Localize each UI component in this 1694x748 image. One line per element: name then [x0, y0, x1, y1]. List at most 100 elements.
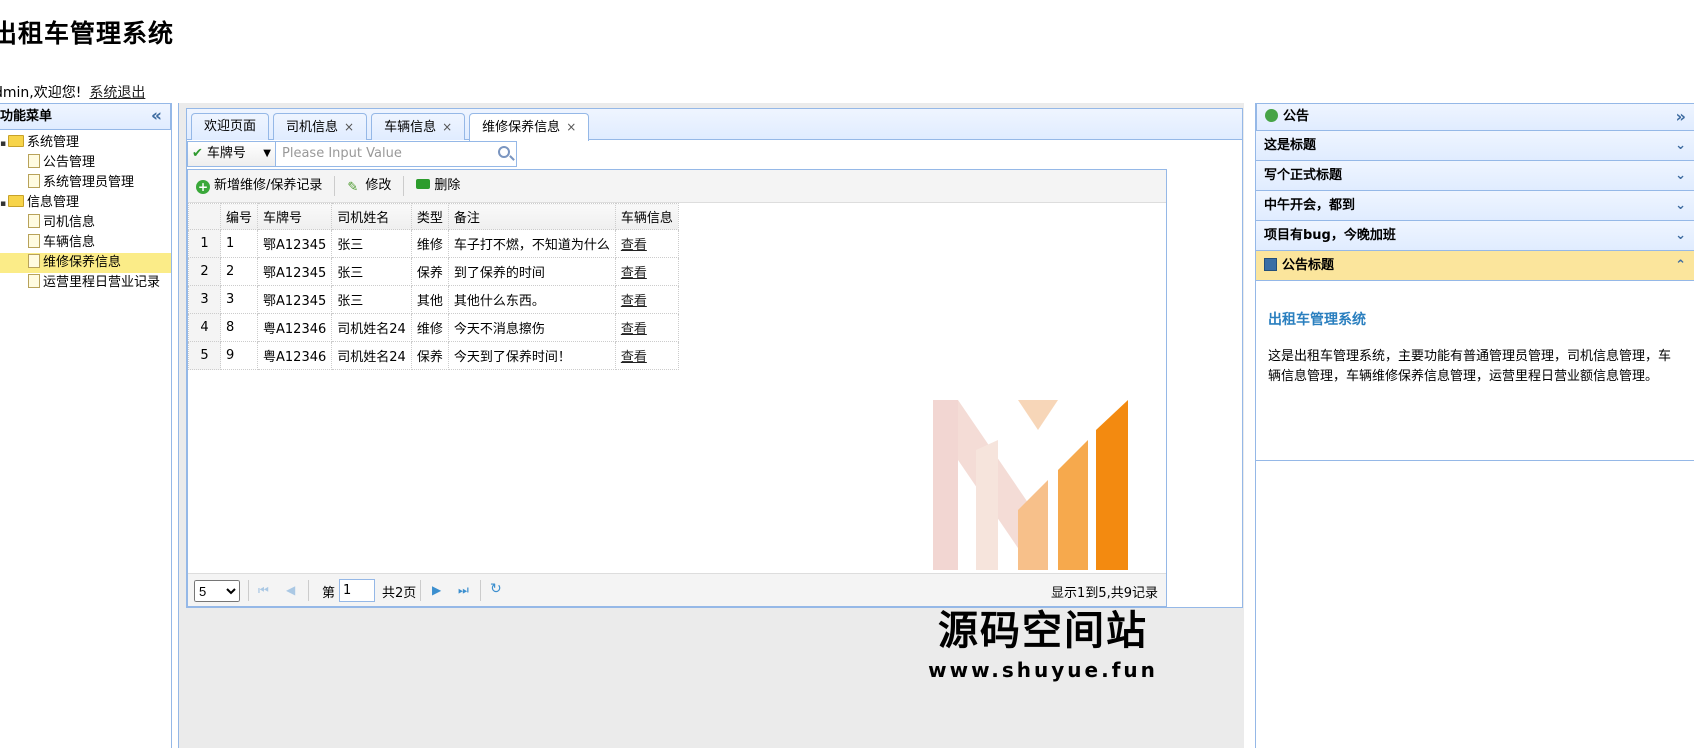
- tab-vehicle-info[interactable]: 车辆信息 ×: [371, 113, 466, 140]
- tab-maintenance-info[interactable]: 维修保养信息 ×: [469, 113, 590, 141]
- table-row[interactable]: 3 3 鄂A12345 张三 其他 其他什么东西。 查看: [188, 285, 679, 314]
- column-header[interactable]: 车牌号: [257, 203, 333, 230]
- total-pages: 共2页: [382, 586, 417, 601]
- add-icon: +: [196, 180, 210, 194]
- chevron-down-icon[interactable]: ⌄: [1675, 161, 1686, 190]
- search-field-select[interactable]: ✔ 车牌号 ▼: [188, 142, 276, 166]
- cell-vehicle: 查看: [614, 229, 679, 258]
- notice-panel: 公告 » 这是标题 ⌄ 写个正式标题 ⌄ 中午开会，都到 ⌄ 项目有bug，今晚加班 ⌄…: [1255, 103, 1694, 748]
- pencil-icon: ✎: [347, 180, 359, 195]
- column-header[interactable]: 类型: [410, 203, 449, 230]
- tree-group-system[interactable]: ▪ 系统管理: [0, 133, 171, 153]
- last-page-icon[interactable]: ⏭: [458, 583, 469, 598]
- toolbar-separator: [403, 175, 405, 196]
- notice-icon: [1265, 109, 1278, 122]
- collapse-right-icon[interactable]: »: [1676, 104, 1686, 130]
- view-link[interactable]: 查看: [621, 266, 647, 281]
- close-icon[interactable]: ×: [442, 120, 452, 134]
- chevron-down-icon[interactable]: ⌄: [1675, 131, 1686, 160]
- tab-driver-info[interactable]: 司机信息 ×: [273, 113, 368, 140]
- remove-icon: [416, 179, 431, 189]
- cell-type: 保养: [410, 341, 449, 370]
- cell-driver: 张三: [331, 229, 412, 258]
- row-number: 4: [188, 313, 221, 342]
- notice-item[interactable]: 写个正式标题 ⌄: [1256, 161, 1694, 191]
- notice-item[interactable]: 这是标题 ⌄: [1256, 131, 1694, 161]
- edit-button[interactable]: ✎ 修改: [345, 174, 393, 198]
- view-link[interactable]: 查看: [621, 238, 647, 253]
- expand-icon[interactable]: ▪: [0, 194, 8, 214]
- notice-item[interactable]: 项目有bug，今晚加班 ⌄: [1256, 221, 1694, 251]
- column-header[interactable]: 备注: [447, 203, 616, 230]
- tree-item-mileage-record[interactable]: 运营里程日营业记录: [0, 273, 171, 293]
- search-input[interactable]: Please Input Value: [278, 142, 488, 166]
- cell-vehicle: 查看: [614, 257, 679, 286]
- table-row[interactable]: 2 2 鄂A12345 张三 保养 到了保养的时间 查看: [188, 257, 679, 286]
- watermark-logo: [933, 400, 1128, 570]
- view-link[interactable]: 查看: [621, 322, 647, 337]
- notice-header: 公告 »: [1256, 103, 1694, 131]
- cell-remark: 到了保养的时间: [447, 257, 616, 286]
- search-icon[interactable]: [498, 146, 510, 158]
- next-page-icon[interactable]: ▶: [432, 583, 441, 597]
- view-link[interactable]: 查看: [621, 350, 647, 365]
- table-row[interactable]: 1 1 鄂A12345 张三 维修 车子打不燃，不知道为什么 查看: [188, 229, 679, 258]
- logout-link[interactable]: 系统退出: [89, 85, 145, 101]
- table-row[interactable]: 4 8 粤A12346 司机姓名24 维修 今天不消息擦伤 查看: [188, 313, 679, 342]
- tree-item-driver-info[interactable]: 司机信息: [0, 213, 171, 233]
- collapse-left-icon[interactable]: «: [151, 104, 162, 128]
- refresh-icon[interactable]: ↻: [490, 581, 502, 597]
- table-header-row: 编号 车牌号 司机姓名 类型 备注 车辆信息: [188, 203, 679, 230]
- tree-group-info[interactable]: ▪ 信息管理: [0, 193, 171, 213]
- tree-item-notice-mgmt[interactable]: 公告管理: [0, 153, 171, 173]
- pager-info: 显示1到5,共9记录: [1051, 586, 1158, 601]
- cell-driver: 司机姓名24: [331, 313, 412, 342]
- header: 出租车管理系统 dmin,欢迎您! 系统退出: [0, 0, 1694, 102]
- file-icon: [28, 274, 40, 288]
- pagination-bar: 5 ⏮ ◀ 第 1 共2页 ▶ ⏭ ↻ 显示1到5,共9记录: [188, 573, 1166, 606]
- watermark-text: 源码空间站: [938, 608, 1148, 654]
- page-number-input[interactable]: 1: [339, 579, 375, 602]
- delete-button[interactable]: 删除: [414, 174, 462, 198]
- view-link[interactable]: 查看: [621, 294, 647, 309]
- tree-item-vehicle-info[interactable]: 车辆信息: [0, 233, 171, 253]
- row-number: 3: [188, 285, 221, 314]
- chevron-down-icon[interactable]: ⌄: [1675, 191, 1686, 220]
- page-size-select[interactable]: 5: [194, 580, 240, 602]
- notice-item[interactable]: 中午开会，都到 ⌄: [1256, 191, 1694, 221]
- notice-item-open[interactable]: 公告标题 ⌃: [1256, 251, 1694, 281]
- chevron-up-icon[interactable]: ⌃: [1675, 251, 1686, 280]
- menu-header: 功能菜单 «: [0, 103, 171, 130]
- cell-plate: 鄂A12345: [257, 229, 333, 258]
- column-header[interactable]: 司机姓名: [331, 203, 412, 230]
- page-label: 第: [322, 586, 336, 601]
- expand-icon[interactable]: ▪: [0, 134, 8, 154]
- first-page-icon[interactable]: ⏮: [258, 583, 269, 598]
- prev-page-icon[interactable]: ◀: [286, 583, 295, 597]
- maintenance-table: 编号 车牌号 司机姓名 类型 备注 车辆信息 1 1 鄂A12345 张三 维修: [188, 203, 679, 370]
- folder-icon: [8, 135, 24, 147]
- cell-plate: 鄂A12345: [257, 257, 333, 286]
- cell-vehicle: 查看: [614, 285, 679, 314]
- chevron-down-icon[interactable]: ⌄: [1675, 221, 1686, 250]
- tree-item-admin-mgmt[interactable]: 系统管理员管理: [0, 173, 171, 193]
- close-icon[interactable]: ×: [566, 120, 576, 134]
- notice-body: 出租车管理系统 这是出租车管理系统，主要功能有普通管理员管理，司机信息管理，车辆…: [1256, 281, 1694, 461]
- row-number: 5: [188, 341, 221, 370]
- add-record-button[interactable]: + 新增维修/保养记录: [194, 174, 324, 198]
- pager-separator: [248, 580, 249, 601]
- row-number: 1: [188, 229, 221, 258]
- column-header[interactable]: 车辆信息: [614, 203, 679, 230]
- function-menu-panel: 功能菜单 « ▪ 系统管理 公告管理 系统管理员管理 ▪ 信息管理 司机信息 车辆信…: [0, 103, 172, 748]
- row-number-header: [188, 203, 221, 230]
- column-header[interactable]: 编号: [219, 203, 259, 230]
- cell-remark: 车子打不燃，不知道为什么: [447, 229, 616, 258]
- table-row[interactable]: 5 9 粤A12346 司机姓名24 保养 今天到了保养时间！ 查看: [188, 341, 679, 370]
- welcome-bar: dmin,欢迎您! 系统退出: [0, 82, 145, 102]
- cell-id: 3: [219, 285, 259, 314]
- close-icon[interactable]: ×: [344, 120, 354, 134]
- cell-vehicle: 查看: [614, 341, 679, 370]
- tree-item-maintenance-info[interactable]: 维修保养信息: [0, 253, 171, 273]
- tab-welcome[interactable]: 欢迎页面: [191, 113, 270, 140]
- cell-driver: 张三: [331, 285, 412, 314]
